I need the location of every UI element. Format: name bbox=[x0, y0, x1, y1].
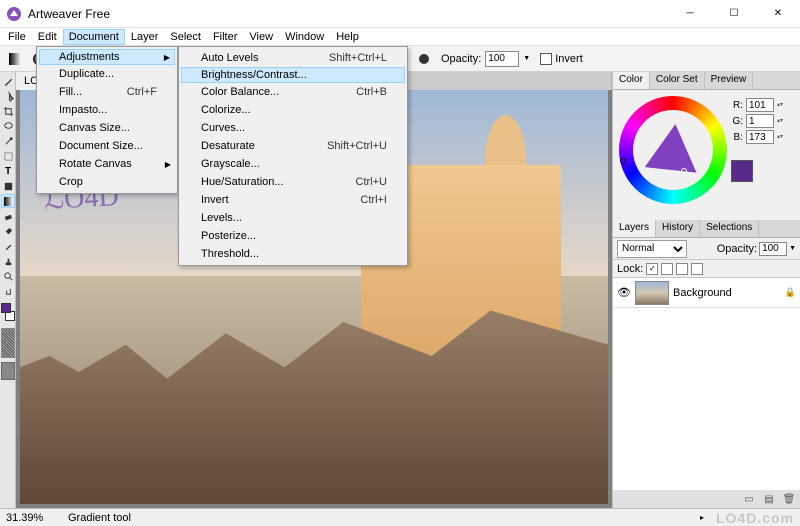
menu-document[interactable]: Document bbox=[63, 29, 125, 45]
menu-select[interactable]: Select bbox=[164, 29, 207, 45]
tool-palette: T bbox=[0, 72, 16, 508]
new-group-icon[interactable]: ▭ bbox=[742, 492, 756, 506]
menuitem-fill[interactable]: Fill...Ctrl+F bbox=[39, 83, 175, 101]
app-icon bbox=[6, 6, 22, 22]
menu-help[interactable]: Help bbox=[330, 29, 365, 45]
layer-lock-icon: 🔒 bbox=[785, 287, 796, 298]
minimize-button[interactable]: ─ bbox=[668, 0, 712, 28]
menu-filter[interactable]: Filter bbox=[207, 29, 243, 45]
mode-icon-2[interactable] bbox=[413, 48, 435, 70]
color-b-input[interactable] bbox=[746, 130, 774, 144]
document-menu-dropdown: Adjustments▶Duplicate...Fill...Ctrl+FImp… bbox=[36, 46, 178, 194]
watermark: LO4D.com bbox=[716, 510, 794, 526]
menuitem-desaturate[interactable]: DesaturateShift+Ctrl+U bbox=[181, 137, 405, 155]
titlebar: Artweaver Free ─ ☐ ✕ bbox=[0, 0, 800, 28]
menuitem-duplicate[interactable]: Duplicate... bbox=[39, 65, 175, 83]
menuitem-posterize[interactable]: Posterize... bbox=[181, 227, 405, 245]
layers-panel: Normal Opacity: ▼ Lock: ✓ 👁 Background bbox=[613, 238, 800, 508]
menu-view[interactable]: View bbox=[243, 29, 279, 45]
maximize-button[interactable]: ☐ bbox=[712, 0, 756, 28]
window-title: Artweaver Free bbox=[28, 7, 668, 21]
current-tool-display: Gradient tool bbox=[68, 512, 688, 524]
invert-label: Invert bbox=[555, 53, 583, 65]
menuitem-adjustments[interactable]: Adjustments▶ bbox=[39, 49, 175, 65]
zoom-tool-icon[interactable] bbox=[1, 269, 15, 283]
move-tool-icon[interactable] bbox=[1, 89, 15, 103]
close-button[interactable]: ✕ bbox=[756, 0, 800, 28]
new-layer-icon[interactable]: ▤ bbox=[762, 492, 776, 506]
menuitem-brightness-contrast[interactable]: Brightness/Contrast... bbox=[181, 67, 405, 83]
menuitem-crop: Crop bbox=[39, 173, 175, 191]
pattern-swatch[interactable] bbox=[1, 328, 15, 358]
text-tool-icon[interactable]: T bbox=[1, 164, 15, 178]
zoom-display[interactable]: 31.39% bbox=[6, 512, 56, 524]
menuitem-hue-saturation[interactable]: Hue/Saturation...Ctrl+U bbox=[181, 173, 405, 191]
layer-name: Background bbox=[673, 287, 781, 299]
blend-mode-select[interactable]: Normal bbox=[617, 240, 687, 258]
layer-row[interactable]: 👁 Background 🔒 bbox=[613, 278, 800, 308]
layers-footer: ▭ ▤ 🗑 bbox=[613, 490, 800, 508]
hand-tool-icon[interactable] bbox=[1, 284, 15, 298]
layer-list: 👁 Background 🔒 bbox=[613, 278, 800, 490]
gradient-tool-icon[interactable] bbox=[1, 194, 15, 208]
eraser-tool-icon[interactable] bbox=[1, 209, 15, 223]
menuitem-impasto[interactable]: Impasto... bbox=[39, 101, 175, 119]
visibility-icon[interactable]: 👁 bbox=[617, 286, 631, 299]
menuitem-grayscale[interactable]: Grayscale... bbox=[181, 155, 405, 173]
color-r-input[interactable] bbox=[746, 98, 774, 112]
layer-opacity-input[interactable] bbox=[759, 242, 787, 256]
color-tab-preview[interactable]: Preview bbox=[705, 72, 754, 89]
dropper-tool-icon[interactable] bbox=[1, 239, 15, 253]
color-tab-color[interactable]: Color bbox=[613, 72, 650, 89]
delete-layer-icon[interactable]: 🗑 bbox=[782, 492, 796, 506]
stamp-tool-icon[interactable] bbox=[1, 254, 15, 268]
brush-tool-icon[interactable] bbox=[1, 74, 15, 88]
layers-tab-layers[interactable]: Layers bbox=[613, 220, 656, 237]
menubar: FileEditDocumentLayerSelectFilterViewWin… bbox=[0, 28, 800, 46]
lock-paint-icon[interactable] bbox=[661, 263, 673, 275]
right-panels: ColorColor SetPreview R:▴▾ G:▴▾ B:▴▾ Lay… bbox=[612, 72, 800, 508]
color-g-input[interactable] bbox=[746, 114, 774, 128]
adjustments-submenu: Auto LevelsShift+Ctrl+LBrightness/Contra… bbox=[178, 46, 408, 266]
menuitem-document-size[interactable]: Document Size... bbox=[39, 137, 175, 155]
layers-tab-selections[interactable]: Selections bbox=[700, 220, 759, 237]
current-color-swatch[interactable] bbox=[731, 160, 753, 182]
color-panel: R:▴▾ G:▴▾ B:▴▾ bbox=[613, 90, 800, 220]
shape-tool-icon[interactable] bbox=[1, 179, 15, 193]
statusbar: 31.39% Gradient tool ▸ LO4D.com bbox=[0, 508, 800, 526]
layers-tab-history[interactable]: History bbox=[656, 220, 700, 237]
marquee-tool-icon[interactable] bbox=[1, 149, 15, 163]
menuitem-color-balance[interactable]: Color Balance...Ctrl+B bbox=[181, 83, 405, 101]
lasso-tool-icon[interactable] bbox=[1, 119, 15, 133]
paper-swatch[interactable] bbox=[1, 362, 15, 380]
menuitem-colorize[interactable]: Colorize... bbox=[181, 101, 405, 119]
menu-layer[interactable]: Layer bbox=[125, 29, 165, 45]
menuitem-invert[interactable]: InvertCtrl+I bbox=[181, 191, 405, 209]
menuitem-auto-levels[interactable]: Auto LevelsShift+Ctrl+L bbox=[181, 49, 405, 67]
menu-window[interactable]: Window bbox=[279, 29, 330, 45]
color-swatches[interactable] bbox=[1, 303, 15, 321]
layers-panel-tabs: LayersHistorySelections bbox=[613, 220, 800, 238]
crop-tool-icon[interactable] bbox=[1, 104, 15, 118]
menuitem-levels[interactable]: Levels... bbox=[181, 209, 405, 227]
color-tab-color-set[interactable]: Color Set bbox=[650, 72, 705, 89]
opacity-label: Opacity: bbox=[441, 53, 481, 65]
layer-thumbnail[interactable] bbox=[635, 281, 669, 305]
opacity-input[interactable] bbox=[485, 51, 519, 67]
menu-file[interactable]: File bbox=[2, 29, 32, 45]
color-wheel[interactable] bbox=[619, 96, 727, 204]
menuitem-curves[interactable]: Curves... bbox=[181, 119, 405, 137]
menuitem-rotate-canvas[interactable]: Rotate Canvas▶ bbox=[39, 155, 175, 173]
menuitem-threshold[interactable]: Threshold... bbox=[181, 245, 405, 263]
lock-all-icon[interactable] bbox=[691, 263, 703, 275]
invert-checkbox[interactable]: Invert bbox=[540, 53, 583, 65]
lock-transparency-icon[interactable]: ✓ bbox=[646, 263, 658, 275]
color-panel-tabs: ColorColor SetPreview bbox=[613, 72, 800, 90]
menu-edit[interactable]: Edit bbox=[32, 29, 63, 45]
gradient-linear-icon[interactable] bbox=[4, 48, 26, 70]
wand-tool-icon[interactable] bbox=[1, 134, 15, 148]
lock-position-icon[interactable] bbox=[676, 263, 688, 275]
menuitem-canvas-size[interactable]: Canvas Size... bbox=[39, 119, 175, 137]
bucket-tool-icon[interactable] bbox=[1, 224, 15, 238]
